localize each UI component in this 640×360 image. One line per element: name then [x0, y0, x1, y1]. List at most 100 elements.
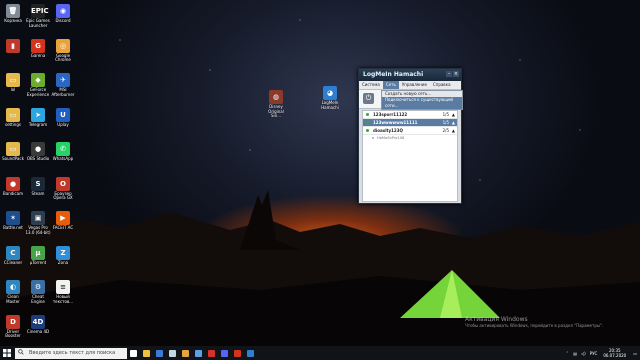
app-icon: ●	[31, 142, 45, 156]
app-icon: EPIC	[31, 4, 49, 18]
desktop-icon-24[interactable]: ◐ Clean Master	[0, 280, 26, 304]
icon-label: lol	[10, 87, 16, 92]
icon-label: SoundPack	[2, 156, 24, 161]
desktop-icon-19[interactable]: ▣ Vegas Pro 13.0 (64-bit)	[25, 211, 51, 235]
search-placeholder: Введите здесь текст для поиска	[29, 349, 116, 356]
tray-chevron-icon[interactable]: ˄	[563, 351, 571, 356]
icon-label: settings	[5, 121, 21, 127]
desktop-icon-12[interactable]: ▭ SoundPack	[0, 142, 26, 162]
hamachi-titlebar[interactable]: LogMeIn Hamachi – ×	[359, 69, 461, 81]
taskbar-search-box[interactable]: Введите здесь текст для поиска	[15, 347, 127, 359]
floating-icon-0[interactable]: ◍ Disney Original Sin...	[263, 90, 289, 119]
icon-label: WhatsApp	[52, 156, 74, 161]
taskbar-clock[interactable]: 20:35 06.07.2020	[599, 348, 630, 358]
desktop-icon-6[interactable]: ▭ lol	[0, 73, 26, 93]
opera-icon	[208, 349, 215, 357]
icon-label: Новый текстов...	[52, 294, 74, 304]
app-icon: ✈	[56, 73, 70, 87]
icon-label: Steam	[31, 190, 45, 196]
desktop-icon-3[interactable]: ▮	[0, 38, 26, 54]
desktop-icon-28[interactable]: 4D Cinema 4D	[25, 314, 51, 335]
icon-label: Disney Original Sin...	[268, 104, 284, 119]
volume-icon[interactable]: ◁)	[579, 351, 588, 356]
icon-label: Driver Booster	[5, 328, 21, 339]
network-icon[interactable]: ▤	[571, 351, 579, 356]
desktop-icon-18[interactable]: ✶ Battle.net	[0, 211, 26, 231]
desktop-icon-22[interactable]: µ µTorrent	[25, 245, 51, 266]
taskbar-steam-button[interactable]	[166, 346, 179, 360]
network-row[interactable]: dioaxlty123Q 2/5 ▲	[363, 127, 457, 135]
desktop-icon-21[interactable]: C CCleaner	[0, 245, 26, 266]
network-row[interactable]: 123wwwwww11111 1/5 ▲	[363, 119, 457, 127]
app-icon: Z	[56, 245, 70, 260]
activation-title: Активация Windows	[465, 316, 528, 323]
desktop-icon-10[interactable]: ➤ Telegram	[25, 107, 51, 128]
taskbar-task-view-button[interactable]	[127, 346, 140, 360]
hamachi-window[interactable]: LogMeIn Hamachi – × Система Сеть Управлени…	[358, 68, 462, 204]
taskbar-garena-button[interactable]	[231, 346, 244, 360]
desktop-icon-11[interactable]: U Uplay	[50, 107, 76, 128]
desktop-icon-14[interactable]: ✆ WhatsApp	[50, 142, 76, 162]
icon-label: Uplay	[57, 121, 69, 127]
app-icon: ➤	[31, 107, 45, 122]
taskbar-store-button[interactable]	[153, 346, 166, 360]
desktop-icon-13[interactable]: ● OBS Studio	[25, 142, 51, 162]
expand-arrow-icon[interactable]: ▲	[452, 111, 455, 118]
taskbar-hamachi-button[interactable]	[244, 346, 257, 360]
desktop-icon-9[interactable]: ▭ settings	[0, 107, 26, 128]
notifications-icon[interactable]: ▭	[630, 351, 640, 356]
expand-arrow-icon[interactable]: ▲	[452, 127, 455, 134]
minimize-icon[interactable]: –	[446, 71, 452, 77]
language-indicator[interactable]: РУС	[588, 351, 600, 356]
network-menu-dropdown: Создать новую сеть... Подключиться к суще…	[381, 90, 463, 110]
icon-label: Epic Games Launcher	[26, 18, 50, 28]
desktop-icon-16[interactable]: S Steam	[25, 176, 51, 197]
taskbar-discord-button[interactable]	[218, 346, 231, 360]
desktop-icon-7[interactable]: ◆ GeForce Experience	[25, 73, 51, 97]
system-tray: ˄ ▤ ◁) РУС 20:35 06.07.2020 ▭	[563, 346, 640, 360]
desktop-icon-23[interactable]: Z Zona	[50, 245, 76, 266]
network-list: 123sporr11122 1/5 ▲ 123wwwwww11111 1/5 ▲ dioax…	[362, 110, 458, 202]
member-row[interactable]: HaMaShPro108	[363, 135, 457, 141]
windows-activation-watermark: Активация Windows Чтобы активировать Win…	[465, 316, 603, 328]
app-icon: ◉	[56, 4, 70, 18]
activation-subtitle: Чтобы активировать Windows, перейдите в …	[465, 323, 604, 328]
app-icon: ⚙	[31, 280, 45, 294]
menu-item-1[interactable]: Сеть	[382, 81, 399, 89]
garena-icon	[234, 349, 241, 357]
desktop-icon-2[interactable]: ◉ Discord	[50, 4, 76, 24]
expand-arrow-icon[interactable]: ▲	[452, 119, 455, 126]
desktop-icon-27[interactable]: D Driver Booster	[0, 314, 26, 339]
desktop-icon-1[interactable]: EPIC Epic Games Launcher	[25, 4, 51, 28]
start-button[interactable]	[0, 346, 14, 360]
desktop-icon-17[interactable]: O Браузер Opera GX	[50, 176, 76, 201]
taskbar-explorer-button[interactable]	[140, 346, 153, 360]
network-row[interactable]: 123sporr11122 1/5 ▲	[363, 111, 457, 119]
desktop-icon-0[interactable]: 🗑 Корзина	[0, 4, 26, 24]
app-icon: ▭	[6, 107, 20, 122]
desktop-icon-4[interactable]: G Garena	[25, 38, 51, 59]
menu-item-2[interactable]: Управление	[399, 81, 430, 89]
menu-item-3[interactable]: Справка	[430, 81, 454, 89]
taskbar-mail-button[interactable]	[192, 346, 205, 360]
desktop-icon-26[interactable]: ≡ Новый текстов...	[50, 280, 76, 304]
taskbar-opera-button[interactable]	[205, 346, 218, 360]
app-icon: ✆	[56, 142, 70, 156]
icon-label: MSI Afterburner	[51, 87, 75, 97]
hamachi-title: LogMeIn Hamachi	[363, 71, 424, 78]
desktop-icon-25[interactable]: ⚙ Cheat Engine	[25, 280, 51, 304]
app-icon: U	[56, 107, 70, 122]
icon-label: OBS Studio	[26, 156, 50, 161]
desktop-icon-15[interactable]: ● Bandicam	[0, 176, 26, 197]
app-icon: ◆	[31, 73, 45, 87]
desktop-icon-20[interactable]: ▶ FACEIT AC	[50, 211, 76, 231]
close-icon[interactable]: ×	[453, 71, 459, 77]
power-button[interactable]: ⏻	[363, 93, 374, 104]
join-network-menu-item[interactable]: Подключиться к существующей сети...	[382, 97, 462, 109]
desktop-icon-8[interactable]: ✈ MSI Afterburner	[50, 73, 76, 97]
desktop-icon-5[interactable]: ◎ Google Chrome	[50, 38, 76, 63]
mail-icon	[195, 349, 202, 357]
floating-icon-1[interactable]: ◕ LogMeIn Hamachi	[317, 86, 343, 110]
menu-item-0[interactable]: Система	[359, 81, 383, 89]
taskbar-chrome-button[interactable]	[179, 346, 192, 360]
